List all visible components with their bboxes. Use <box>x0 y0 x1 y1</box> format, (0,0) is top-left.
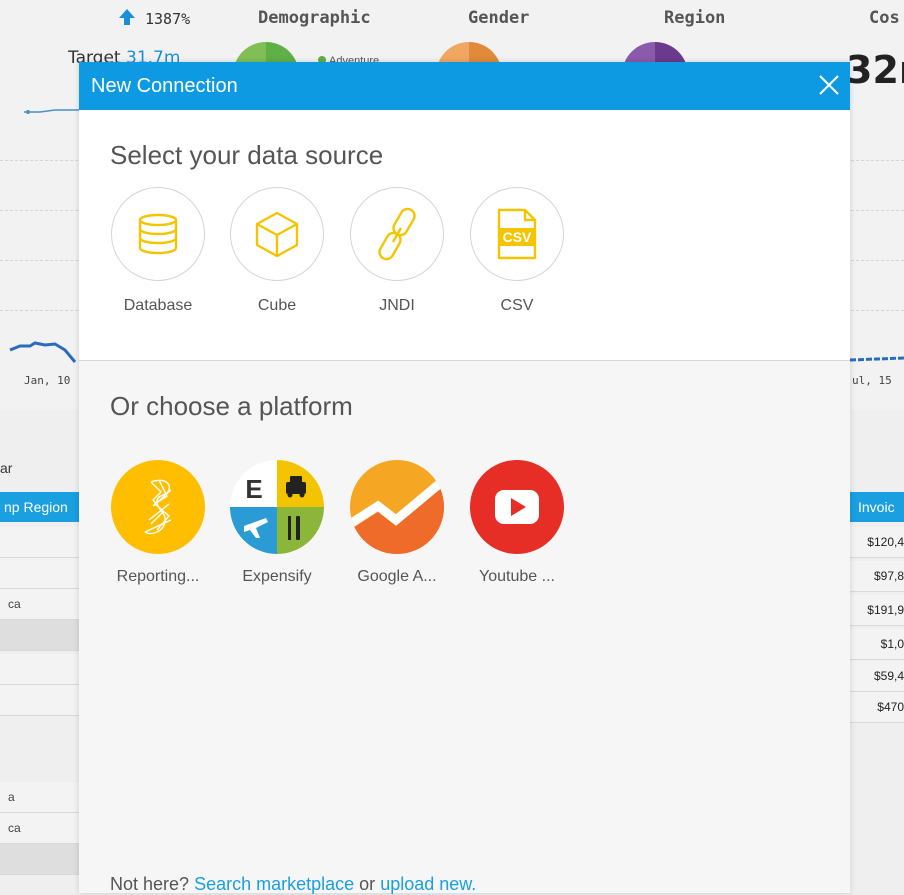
invoice-cell: $97,8 <box>850 561 904 592</box>
table-row <box>0 558 79 589</box>
google-analytics-icon <box>350 460 444 554</box>
footer-prefix: Not here? <box>110 874 190 894</box>
cube-icon <box>230 187 324 281</box>
platform-google-analytics[interactable]: Google A... <box>345 460 449 586</box>
dialog-title: New Connection <box>91 75 238 97</box>
side-label: ar <box>0 460 13 476</box>
chain-link-icon <box>350 187 444 281</box>
table-row <box>0 620 79 651</box>
gender-heading: Gender <box>468 8 530 28</box>
table-row: a <box>0 782 79 813</box>
invoice-cell: $191,9 <box>850 595 904 626</box>
cost-value: 32r <box>846 48 904 92</box>
data-source-database[interactable]: Database <box>108 187 208 315</box>
table-row <box>0 527 79 558</box>
csv-file-icon: CSV <box>470 187 564 281</box>
platform-reporting[interactable]: Reporting... <box>106 460 210 586</box>
platform-label: Youtube ... <box>479 568 555 585</box>
platform-label: Expensify <box>242 568 312 585</box>
x-axis-label: Jan, 10 <box>24 374 71 387</box>
platform-label: Google A... <box>357 568 437 585</box>
table-row <box>0 654 79 685</box>
line-chart-left <box>9 109 80 363</box>
platform-section: Or choose a platform Reporting... E Expe… <box>79 361 850 893</box>
table-header-region[interactable]: np Region <box>0 492 79 522</box>
dialog-footer: Not here? Search marketplace or upload n… <box>110 874 476 895</box>
expensify-icon: E <box>230 460 324 554</box>
platform-youtube[interactable]: Youtube ... <box>465 460 569 586</box>
x-axis-label: ul, 15 <box>852 374 892 387</box>
dialog-header: New Connection <box>79 62 850 110</box>
table-row: ca <box>0 589 79 620</box>
data-source-label: JNDI <box>379 297 415 314</box>
database-icon <box>111 187 205 281</box>
invoice-cell: $120,4 <box>850 527 904 558</box>
data-source-jndi[interactable]: JNDI <box>347 187 447 315</box>
kpi-change: 1387% <box>145 10 191 28</box>
table-row <box>0 844 79 875</box>
platform-title: Or choose a platform <box>110 391 353 421</box>
invoice-cell: $470 <box>850 692 904 723</box>
data-source-label: Cube <box>257 297 297 314</box>
table-row <box>0 685 79 716</box>
expensify-letter: E <box>245 474 262 504</box>
upload-new-link[interactable]: upload new. <box>380 874 476 894</box>
line-chart-right <box>850 356 904 362</box>
csv-badge: CSV <box>503 229 532 245</box>
invoice-cell: $59,4 <box>850 661 904 692</box>
region-heading: Region <box>664 8 726 28</box>
cost-heading: Cos <box>869 8 900 28</box>
new-connection-dialog: New Connection Select your data source D… <box>79 62 850 895</box>
demographic-heading: Demographic <box>258 8 371 28</box>
close-icon[interactable] <box>816 72 842 98</box>
table-row: ca <box>0 813 79 844</box>
platform-expensify[interactable]: E Expensify <box>225 460 329 586</box>
data-source-cube[interactable]: Cube <box>227 187 327 315</box>
data-source-label: CSV <box>500 297 534 314</box>
footer-or: or <box>359 874 376 894</box>
up-arrow-icon <box>119 9 135 25</box>
invoice-cell: $1,0 <box>850 629 904 660</box>
reporting-services-icon <box>111 460 205 554</box>
data-source-csv[interactable]: CSV CSV <box>467 187 567 315</box>
youtube-icon <box>470 460 564 554</box>
table-header-invoice[interactable]: Invoic <box>850 492 904 522</box>
search-marketplace-link[interactable]: Search marketplace <box>194 874 354 894</box>
platform-label: Reporting... <box>116 568 200 585</box>
data-source-label: Database <box>123 297 193 314</box>
data-source-title: Select your data source <box>110 140 384 170</box>
